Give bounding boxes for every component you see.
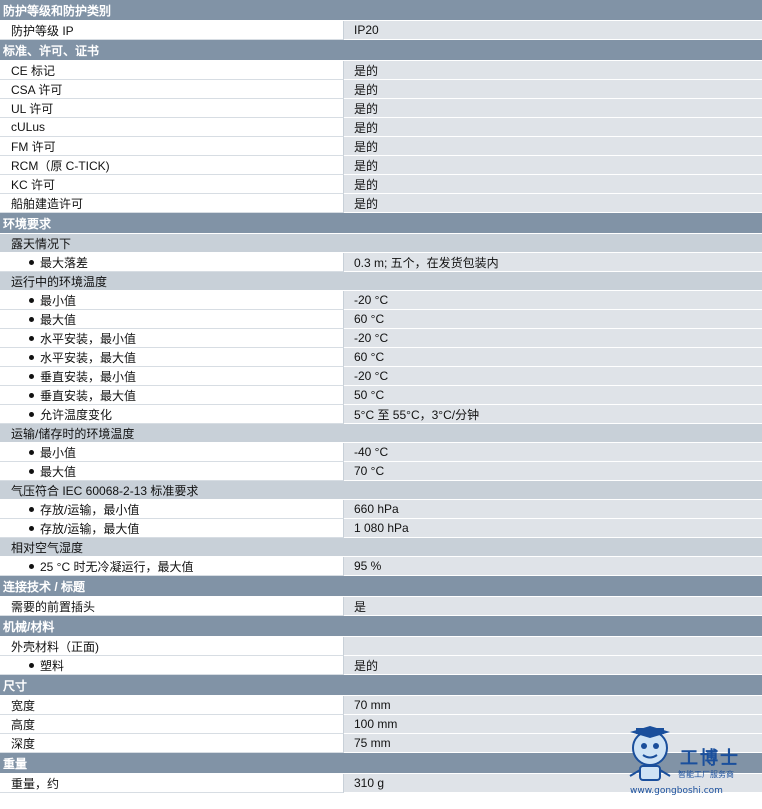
row-label: 25 °C 时无冷凝运行，最大值 <box>0 557 344 576</box>
row-label: 防护等级 IP <box>0 21 344 40</box>
table-row: 最小值 -40 °C <box>0 443 762 462</box>
section-header: 尺寸 <box>0 675 762 696</box>
section-header: 连接技术 / 标题 <box>0 576 762 597</box>
table-row: 宽度 70 mm <box>0 696 762 715</box>
row-value: 是的 <box>344 175 762 193</box>
row-value: 是 <box>344 597 762 615</box>
section-header: 机械/材料 <box>0 616 762 637</box>
spec-table: 防护等级和防护类别 防护等级 IP IP20 标准、许可、证书 CE 标记 是的 CSA 许… <box>0 0 762 793</box>
row-label: 水平安装，最大值 <box>0 348 344 367</box>
row-label: 塑料 <box>0 656 344 675</box>
subsection-header: 运行中的环境温度 <box>0 272 762 291</box>
row-value: 是的 <box>344 194 762 212</box>
table-row: 最大值 70 °C <box>0 462 762 481</box>
robot-mascot-icon <box>629 726 671 781</box>
row-value: 70 mm <box>344 696 762 714</box>
row-value: 是的 <box>344 156 762 174</box>
row-value: 是的 <box>344 118 762 136</box>
subsection-header: 相对空气湿度 <box>0 538 762 557</box>
row-label: RCM（原 C-TICK) <box>0 156 344 175</box>
row-label: 最大值 <box>0 310 344 329</box>
row-label: CSA 许可 <box>0 80 344 99</box>
table-row: KC 许可 是的 <box>0 175 762 194</box>
table-row: 水平安装，最大值 60 °C <box>0 348 762 367</box>
subsection-header: 气压符合 IEC 60068-2-13 标准要求 <box>0 481 762 500</box>
row-value: 95 % <box>344 557 762 575</box>
row-label: cULus <box>0 118 344 137</box>
row-label: 水平安装，最小值 <box>0 329 344 348</box>
subsection-header: 露天情况下 <box>0 234 762 253</box>
table-row: FM 许可 是的 <box>0 137 762 156</box>
table-row: 允许温度变化 5°C 至 55°C，3°C/分钟 <box>0 405 762 424</box>
row-label: 宽度 <box>0 696 344 715</box>
row-value: 是的 <box>344 656 762 674</box>
table-row: 存放/运输，最小值 660 hPa <box>0 500 762 519</box>
row-value: 是的 <box>344 99 762 117</box>
table-row: CSA 许可 是的 <box>0 80 762 99</box>
row-label: 高度 <box>0 715 344 734</box>
row-label: 存放/运输，最大值 <box>0 519 344 538</box>
table-row: 垂直安装，最大值 50 °C <box>0 386 762 405</box>
row-value: IP20 <box>344 21 762 39</box>
row-label: FM 许可 <box>0 137 344 156</box>
row-value <box>344 637 762 655</box>
row-label: 重量，约 <box>0 774 344 793</box>
table-row: UL 许可 是的 <box>0 99 762 118</box>
watermark-url: www.gongboshi.com <box>630 786 723 796</box>
watermark-tagline: 智能工厂服务商 <box>678 770 734 779</box>
table-row: 存放/运输，最大值 1 080 hPa <box>0 519 762 538</box>
watermark-logo: 工博士 智能工厂服务商 www.gongboshi.com <box>622 724 762 804</box>
section-header: 防护等级和防护类别 <box>0 0 762 21</box>
row-label: KC 许可 <box>0 175 344 194</box>
table-row: 需要的前置插头是 <box>0 597 762 616</box>
section-header: 标准、许可、证书 <box>0 40 762 61</box>
table-row: RCM（原 C-TICK) 是的 <box>0 156 762 175</box>
table-row: 最小值 -20 °C <box>0 291 762 310</box>
row-label: 船舶建造许可 <box>0 194 344 213</box>
row-value: -20 °C <box>344 329 762 347</box>
table-row: 塑料 是的 <box>0 656 762 675</box>
watermark-brand: 工博士 <box>680 748 740 769</box>
row-value: 是的 <box>344 137 762 155</box>
table-row: 最大落差 0.3 m; 五个，在发货包装内 <box>0 253 762 272</box>
table-row: 水平安装，最小值 -20 °C <box>0 329 762 348</box>
table-row: 船舶建造许可 是的 <box>0 194 762 213</box>
row-label: UL 许可 <box>0 99 344 118</box>
row-label: 最小值 <box>0 291 344 310</box>
row-value: 70 °C <box>344 462 762 480</box>
subsection-header: 运输/储存时的环境温度 <box>0 424 762 443</box>
row-value: 60 °C <box>344 310 762 328</box>
table-row: cULus 是的 <box>0 118 762 137</box>
row-label: 深度 <box>0 734 344 753</box>
row-label: 最大落差 <box>0 253 344 272</box>
row-label: CE 标记 <box>0 61 344 80</box>
row-value: 60 °C <box>344 348 762 366</box>
row-label: 垂直安装，最小值 <box>0 367 344 386</box>
row-value: 5°C 至 55°C，3°C/分钟 <box>344 405 762 423</box>
row-value: -40 °C <box>344 443 762 461</box>
row-value: 0.3 m; 五个，在发货包装内 <box>344 253 762 271</box>
row-label: 外壳材料（正面) <box>0 637 344 656</box>
row-value: 是的 <box>344 61 762 79</box>
table-row: 外壳材料（正面) <box>0 637 762 656</box>
row-label: 垂直安装，最大值 <box>0 386 344 405</box>
row-value: -20 °C <box>344 291 762 309</box>
row-value: 50 °C <box>344 386 762 404</box>
row-label: 最大值 <box>0 462 344 481</box>
row-value: -20 °C <box>344 367 762 385</box>
table-row: 25 °C 时无冷凝运行，最大值 95 % <box>0 557 762 576</box>
row-label: 允许温度变化 <box>0 405 344 424</box>
table-row: 最大值 60 °C <box>0 310 762 329</box>
row-value: 是的 <box>344 80 762 98</box>
row-label: 需要的前置插头 <box>0 597 344 616</box>
row-label: 存放/运输，最小值 <box>0 500 344 519</box>
row-label: 最小值 <box>0 443 344 462</box>
table-row: 垂直安装，最小值 -20 °C <box>0 367 762 386</box>
row-value: 660 hPa <box>344 500 762 518</box>
table-row: CE 标记 是的 <box>0 61 762 80</box>
section-header: 环境要求 <box>0 213 762 234</box>
table-row: 防护等级 IP IP20 <box>0 21 762 40</box>
row-value: 1 080 hPa <box>344 519 762 537</box>
